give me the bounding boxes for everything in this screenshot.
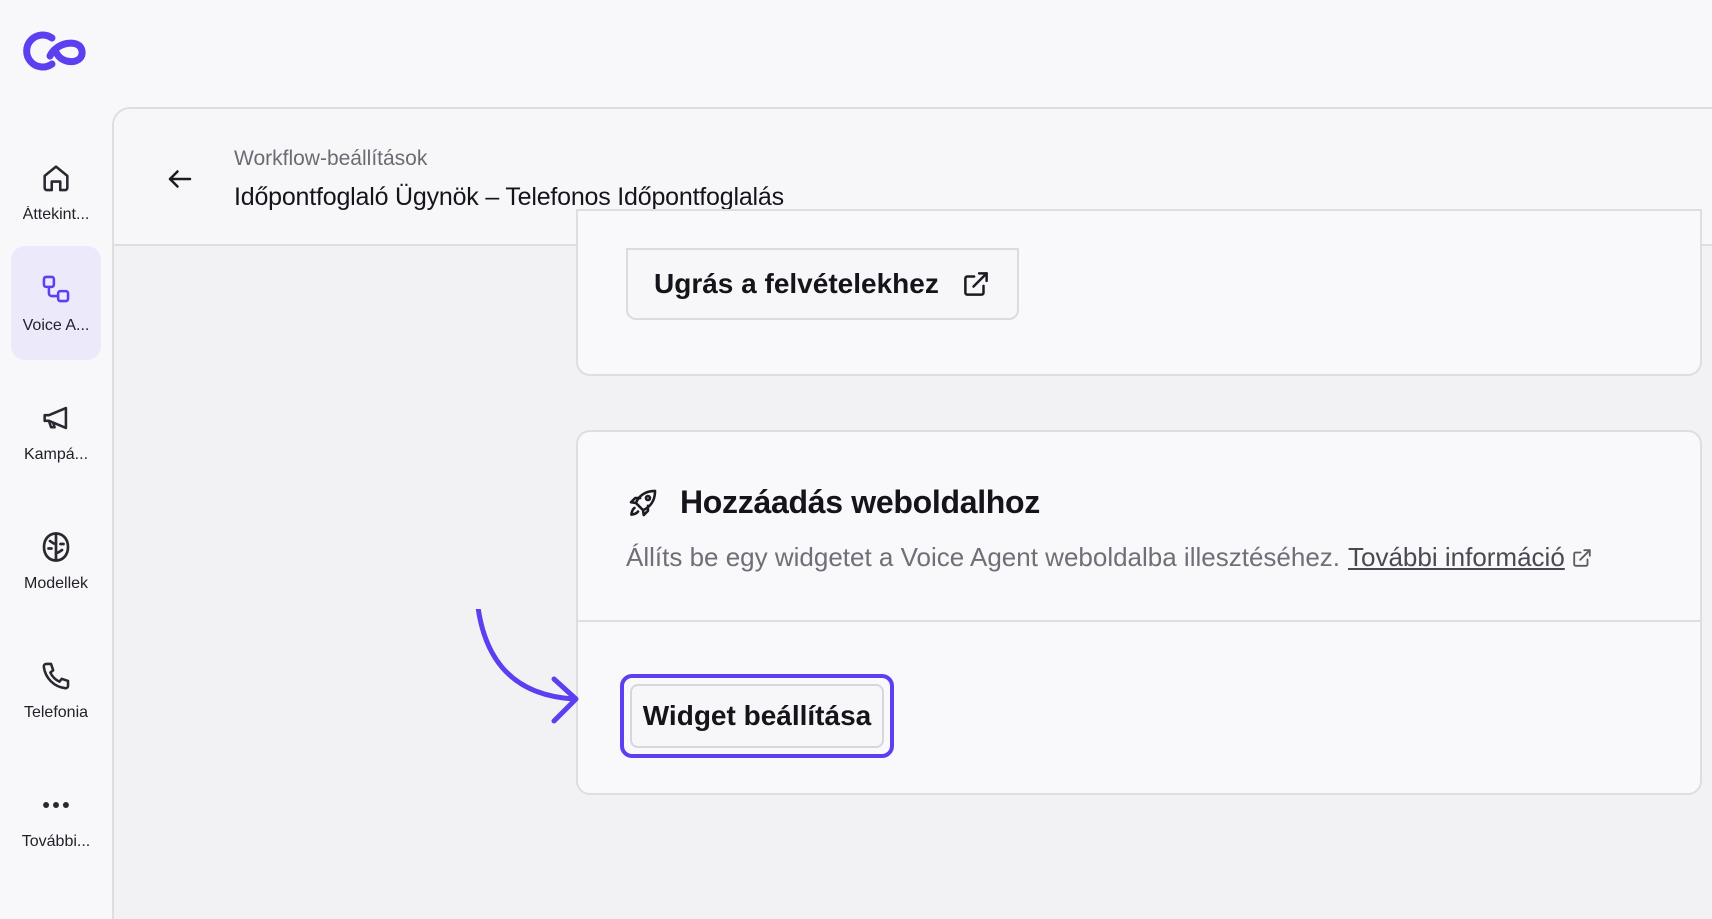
breadcrumb: Workflow-beállítások bbox=[234, 147, 428, 170]
home-icon bbox=[38, 160, 74, 196]
more-icon bbox=[38, 787, 74, 823]
phone-icon bbox=[38, 658, 74, 694]
sidebar-item-more[interactable]: További... bbox=[11, 762, 101, 876]
workflow-icon bbox=[38, 271, 74, 307]
page-title: Időpontfoglaló Ügynök – Telefonos Időpon… bbox=[234, 183, 784, 211]
sidebar: Áttekint... Voice A... Kampá... Modellek… bbox=[0, 0, 112, 919]
more-info-link[interactable]: További információ bbox=[1348, 542, 1565, 573]
go-to-recordings-label: Ugrás a felvételekhez bbox=[654, 268, 939, 299]
go-to-recordings-button[interactable]: Ugrás a felvételekhez bbox=[626, 248, 1019, 320]
sidebar-item-telephony[interactable]: Telefonia bbox=[11, 633, 101, 747]
megaphone-icon bbox=[38, 400, 74, 436]
sidebar-item-campaigns[interactable]: Kampá... bbox=[11, 375, 101, 489]
brain-icon bbox=[38, 529, 74, 565]
arrow-left-icon bbox=[168, 170, 192, 188]
sidebar-item-label: Telefonia bbox=[23, 704, 89, 721]
external-link-icon bbox=[963, 272, 988, 296]
widget-button-highlight: Widget beállítása bbox=[620, 674, 894, 758]
main-panel: Workflow-beállítások Időpontfoglaló Ügyn… bbox=[112, 107, 1712, 919]
card-divider bbox=[578, 620, 1700, 622]
add-to-website-card: Hozzáadás weboldalhoz Állíts be egy widg… bbox=[576, 430, 1702, 795]
widget-description-text: Állíts be egy widgetet a Voice Agent web… bbox=[626, 542, 1341, 572]
widget-section-description: Állíts be egy widgetet a Voice Agent web… bbox=[626, 542, 1593, 573]
sidebar-item-overview[interactable]: Áttekint... bbox=[11, 135, 101, 249]
external-link-icon bbox=[1571, 547, 1593, 569]
widget-section-title: Hozzáadás weboldalhoz bbox=[680, 484, 1040, 520]
widget-section-header: Hozzáadás weboldalhoz bbox=[626, 484, 1040, 521]
sidebar-item-models[interactable]: Modellek bbox=[11, 504, 101, 618]
annotation-arrow-icon bbox=[475, 609, 579, 724]
sidebar-item-label: Voice A... bbox=[22, 317, 90, 334]
app-logo-icon[interactable] bbox=[22, 28, 92, 74]
rocket-icon bbox=[629, 489, 657, 516]
widget-setup-button[interactable]: Widget beállítása bbox=[630, 684, 884, 748]
back-button[interactable] bbox=[162, 161, 198, 197]
recordings-card: Ugrás a felvételekhez bbox=[576, 209, 1702, 376]
sidebar-item-label: Modellek bbox=[23, 575, 89, 592]
sidebar-item-voice-agent[interactable]: Voice A... bbox=[11, 246, 101, 360]
sidebar-item-label: Kampá... bbox=[23, 446, 89, 463]
sidebar-item-label: További... bbox=[21, 833, 91, 850]
sidebar-item-label: Áttekint... bbox=[22, 206, 90, 223]
